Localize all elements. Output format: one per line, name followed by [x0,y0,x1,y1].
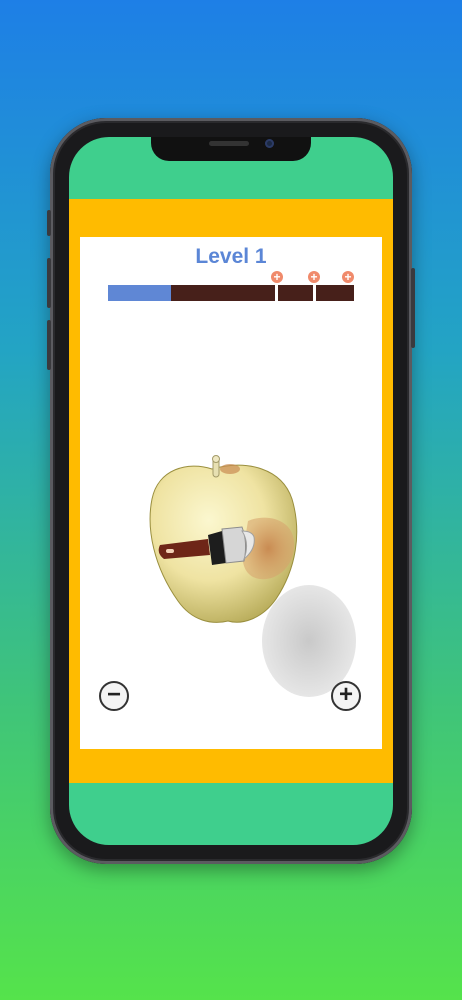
paint-scene[interactable] [80,237,382,749]
game-frame: Level 1 + + + − + [69,199,393,783]
volume-up-button [47,258,51,308]
stem-top [212,455,220,463]
zoom-out-button[interactable]: − [99,681,129,711]
phone-frame: Level 1 + + + − + [47,118,415,864]
game-view[interactable]: Level 1 + + + − + [80,237,382,749]
mute-switch [47,210,51,236]
notch [151,137,311,161]
paint-spot [220,464,240,474]
volume-down-button [47,320,51,370]
phone-screen: Level 1 + + + − + [69,137,393,845]
speaker [209,141,249,146]
front-camera [265,139,274,148]
power-button [411,268,415,348]
zoom-in-button[interactable]: + [331,681,361,711]
